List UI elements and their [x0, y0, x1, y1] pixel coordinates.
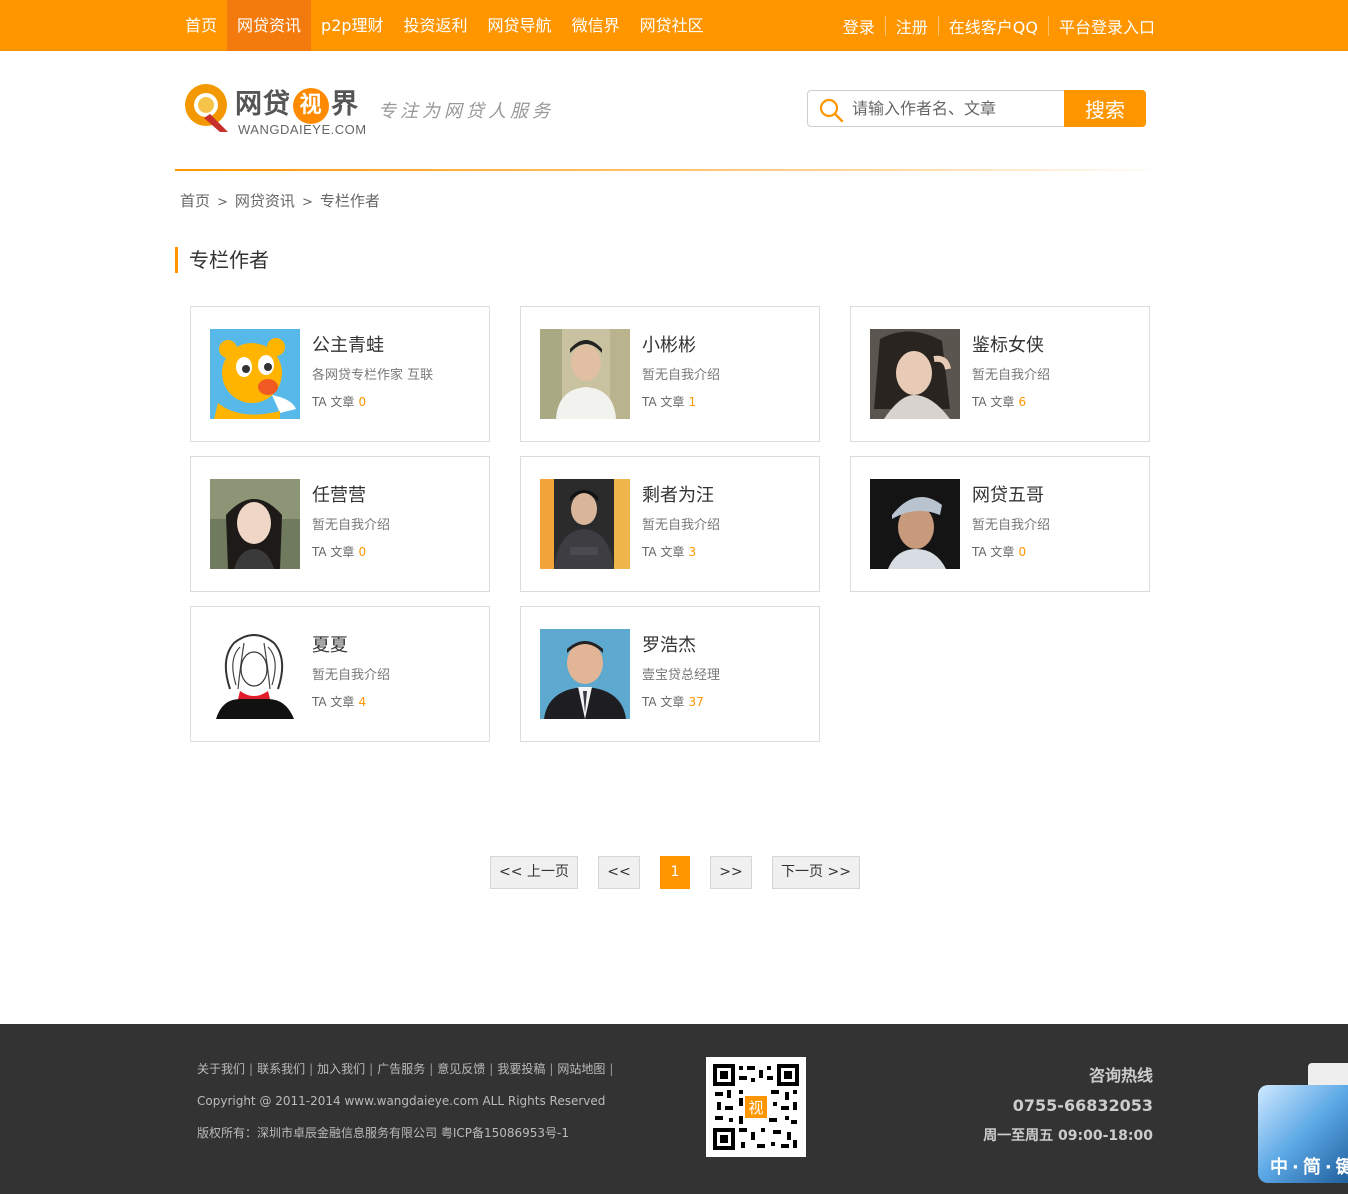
qq-support-link[interactable]: 在线客户QQ: [939, 14, 1048, 38]
language-toggle-widget[interactable]: 中·简·键: [1258, 1085, 1348, 1183]
author-avatar[interactable]: [210, 479, 300, 569]
author-name[interactable]: 任营营: [312, 481, 366, 507]
copyright-text: Copyright @ 2011-2014 www.wangdaieye.com…: [197, 1094, 606, 1108]
author-name[interactable]: 夏夏: [312, 631, 348, 657]
search-icon: [819, 98, 844, 123]
author-avatar[interactable]: [540, 479, 630, 569]
author-name[interactable]: 小彬彬: [642, 331, 696, 357]
author-name[interactable]: 网贷五哥: [972, 481, 1044, 507]
language-toggle-label: 中·简·键: [1270, 1157, 1348, 1178]
next-page-button[interactable]: 下一页 >>: [772, 856, 860, 889]
footer-link-about[interactable]: 关于我们: [197, 1062, 245, 1076]
user-nav: 登录 注册 在线客户QQ 平台登录入口: [833, 0, 1165, 51]
nav-item-news[interactable]: 网贷资讯: [227, 0, 312, 51]
author-article-count: TA 文章 0: [312, 395, 367, 409]
search-input[interactable]: [852, 91, 1062, 126]
search-button[interactable]: 搜索: [1064, 90, 1146, 127]
icp-record-text: 版权所有：深圳市卓辰金融信息服务有限公司 粤ICP备15086953号-1: [197, 1126, 570, 1140]
author-avatar[interactable]: [540, 329, 630, 419]
author-article-count: TA 文章 6: [972, 395, 1027, 409]
wechat-qr-code: 视: [706, 1057, 806, 1157]
footer-links: 关于我们 | 联系我们 | 加入我们 | 广告服务 | 意见反馈 | 我要投稿 | 网站地图 |: [197, 1062, 614, 1076]
author-name[interactable]: 剩者为汪: [642, 481, 714, 507]
hotline-title: 咨询热线: [1088, 1066, 1153, 1085]
nav-item-home[interactable]: 首页: [175, 0, 227, 51]
logo-q-icon: [185, 84, 228, 132]
platform-login-link[interactable]: 平台登录入口: [1049, 14, 1165, 38]
breadcrumb-home[interactable]: 首页: [180, 192, 210, 210]
author-article-count: TA 文章 4: [312, 695, 367, 709]
main-nav: 首页 网贷资讯 p2p理财 投资返利 网贷导航 微信界 网贷社区: [175, 0, 714, 51]
footer: 关于我们 | 联系我们 | 加入我们 | 广告服务 | 意见反馈 | 我要投稿 | 网站地图 | Copy…: [0, 1024, 1348, 1194]
nav-item-community[interactable]: 网贷社区: [630, 0, 714, 51]
first-page-button[interactable]: <<: [598, 856, 640, 889]
author-bio: 壹宝贷总经理: [642, 668, 721, 683]
author-article-count: TA 文章 1: [642, 395, 697, 409]
current-page[interactable]: 1: [660, 856, 690, 889]
author-bio: 各网贷专栏作家 互联: [312, 368, 434, 383]
nav-item-wechat[interactable]: 微信界: [562, 0, 630, 51]
nav-item-p2p[interactable]: p2p理财: [311, 0, 394, 51]
author-bio: 暂无自我介绍: [312, 668, 391, 683]
logo-eye-badge: 视: [293, 87, 329, 124]
author-avatar[interactable]: [540, 629, 630, 719]
author-article-count: TA 文章 0: [312, 545, 367, 559]
author-bio: 暂无自我介绍: [642, 518, 721, 533]
author-card[interactable]: 罗浩杰 壹宝贷总经理 TA 文章 37: [520, 606, 820, 742]
author-card[interactable]: 小彬彬 暂无自我介绍 TA 文章 1: [520, 306, 820, 442]
author-name[interactable]: 罗浩杰: [642, 631, 696, 657]
service-hours: 周一至周五 09:00-18:00: [983, 1128, 1153, 1144]
breadcrumb: 首页 > 网贷资讯 > 专栏作者: [180, 192, 380, 210]
author-name[interactable]: 公主青蛙: [312, 331, 384, 357]
login-link[interactable]: 登录: [833, 14, 885, 38]
author-bio: 暂无自我介绍: [972, 518, 1051, 533]
top-nav-bar: 首页 网贷资讯 p2p理财 投资返利 网贷导航 微信界 网贷社区 登录 注册 在…: [0, 0, 1348, 51]
nav-item-rebate[interactable]: 投资返利: [394, 0, 478, 51]
author-bio: 暂无自我介绍: [312, 518, 391, 533]
author-bio: 暂无自我介绍: [642, 368, 721, 383]
footer-link-contact[interactable]: 联系我们: [257, 1062, 305, 1076]
author-card[interactable]: 剩者为汪 暂无自我介绍 TA 文章 3: [520, 456, 820, 592]
author-avatar[interactable]: [210, 329, 300, 419]
author-article-count: TA 文章 3: [642, 545, 697, 559]
logo-text: 网贷视界: [235, 82, 359, 124]
footer-link-ads[interactable]: 广告服务: [377, 1062, 425, 1076]
author-card[interactable]: 网贷五哥 暂无自我介绍 TA 文章 0: [850, 456, 1150, 592]
breadcrumb-current: 专栏作者: [319, 192, 380, 210]
author-card[interactable]: 任营营 暂无自我介绍 TA 文章 0: [190, 456, 490, 592]
logo-domain: WANGDAIEYE.COM: [238, 122, 367, 137]
footer-link-sitemap[interactable]: 网站地图: [557, 1062, 605, 1076]
nav-item-directory[interactable]: 网贷导航: [478, 0, 562, 51]
footer-link-join[interactable]: 加入我们: [317, 1062, 365, 1076]
author-bio: 暂无自我介绍: [972, 368, 1051, 383]
footer-link-submit[interactable]: 我要投稿: [497, 1062, 545, 1076]
author-avatar[interactable]: [870, 329, 960, 419]
logo-slogan: 专注为网贷人服务: [378, 101, 554, 122]
author-name[interactable]: 鉴标女侠: [972, 331, 1044, 357]
author-card[interactable]: 鉴标女侠 暂无自我介绍 TA 文章 6: [850, 306, 1150, 442]
header-divider: [175, 169, 1165, 171]
site-logo[interactable]: 网贷视界 WANGDAIEYE.COM 专注为网贷人服务: [182, 76, 562, 140]
page-title: 专栏作者: [175, 247, 269, 273]
author-avatar[interactable]: [210, 629, 300, 719]
author-card[interactable]: 公主青蛙 各网贷专栏作家 互联 TA 文章 0: [190, 306, 490, 442]
hotline-phone: 0755-66832053: [1012, 1096, 1153, 1115]
author-avatar[interactable]: [870, 479, 960, 569]
search-box: 搜索: [807, 90, 1146, 127]
author-article-count: TA 文章 37: [642, 695, 704, 709]
qr-center-label: 视: [748, 1099, 763, 1117]
footer-link-feedback[interactable]: 意见反馈: [437, 1062, 485, 1076]
hotline-block: 咨询热线 0755-66832053 周一至周五 09:00-18:00: [983, 1062, 1153, 1145]
last-page-button[interactable]: >>: [710, 856, 752, 889]
breadcrumb-news[interactable]: 网贷资讯: [235, 192, 295, 210]
register-link[interactable]: 注册: [886, 14, 938, 38]
prev-page-button[interactable]: << 上一页: [490, 856, 578, 889]
author-card[interactable]: 夏夏 暂无自我介绍 TA 文章 4: [190, 606, 490, 742]
author-article-count: TA 文章 0: [972, 545, 1027, 559]
